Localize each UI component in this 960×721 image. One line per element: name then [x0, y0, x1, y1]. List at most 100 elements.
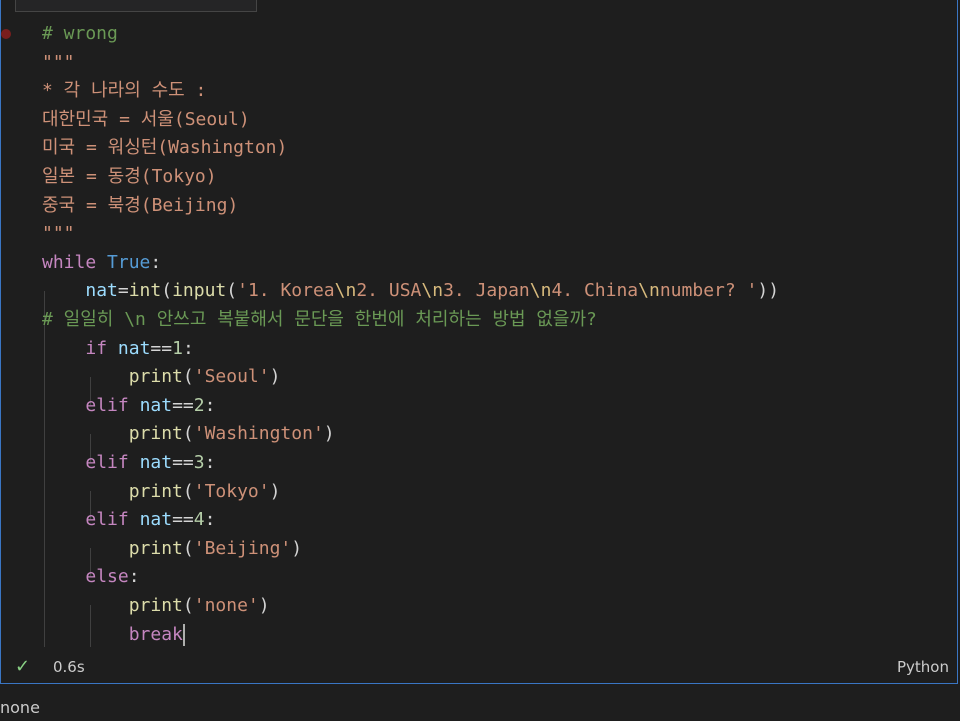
code-token: number? ': [659, 280, 758, 302]
code-token: print: [128, 366, 183, 388]
code-token: \n: [421, 280, 444, 302]
code-token: elif: [85, 509, 129, 531]
code-token: 'Tokyo': [193, 480, 270, 502]
code-token: # wrong: [42, 23, 118, 44]
code-line[interactable]: # 일일히 \n 안쓰고 복붙해서 문단을 한번에 처리하는 방법 없을까?: [42, 306, 597, 335]
code-token: 2. USA: [356, 280, 422, 302]
code-line[interactable]: 대한민국 = 서울(Seoul): [42, 106, 250, 135]
code-token: int: [128, 280, 162, 302]
code-token: while: [42, 251, 97, 273]
code-token: else: [85, 566, 129, 588]
code-token: ): [258, 595, 270, 616]
code-token: print: [128, 537, 183, 559]
code-line[interactable]: while True:: [42, 249, 161, 278]
code-token: (: [182, 366, 194, 388]
code-token: print: [128, 595, 183, 616]
code-line[interactable]: if nat==1:: [42, 335, 193, 364]
code-line[interactable]: print('Beijing'): [42, 535, 302, 564]
code-token: ): [269, 480, 281, 502]
cell-toolbar: [15, 0, 257, 12]
code-token: 2: [193, 394, 205, 416]
code-line[interactable]: """: [42, 220, 75, 249]
code-line[interactable]: break: [42, 621, 185, 650]
code-token: '1. Korea: [237, 280, 335, 302]
code-token: # 일일히 \n 안쓰고 복붙해서 문단을 한번에 처리하는 방법 없을까?: [42, 309, 597, 330]
code-token: nat: [139, 509, 173, 531]
code-token: 'Seoul': [193, 366, 270, 388]
code-line[interactable]: elif nat==4:: [42, 506, 215, 535]
code-line[interactable]: 중국 = 북경(Beijing): [42, 192, 238, 221]
code-token: 3: [193, 452, 205, 473]
code-token: (: [182, 480, 194, 502]
code-token: :: [150, 251, 162, 273]
code-token: ==: [172, 509, 194, 531]
code-token: print: [128, 423, 183, 445]
code-line[interactable]: elif nat==3:: [42, 449, 215, 478]
code-token: 미국 = 워싱턴(Washington): [42, 137, 288, 159]
code-token: nat: [117, 337, 151, 359]
code-token: (: [161, 280, 173, 302]
code-line[interactable]: nat=int(input('1. Korea\n2. USA\n3. Japa…: [42, 277, 779, 306]
code-line[interactable]: * 각 나라의 수도 :: [42, 77, 206, 106]
code-token: 4: [193, 509, 205, 531]
code-token: print: [128, 480, 183, 502]
code-line[interactable]: print('Tokyo'): [42, 478, 281, 507]
code-token: \n: [334, 280, 357, 302]
code-line[interactable]: """: [42, 49, 75, 78]
code-token: elif: [85, 452, 129, 473]
code-token: 'none': [193, 595, 259, 616]
code-token: ): [323, 423, 335, 445]
code-token: """: [42, 223, 75, 245]
notebook-cell[interactable]: # wrong """ * 각 나라의 수도 : 대한민국 = 서울(Seoul) 미국…: [0, 0, 958, 684]
code-token: :: [128, 566, 140, 588]
code-token: 대한민국 = 서울(Seoul): [42, 108, 250, 130]
code-token: ==: [172, 452, 194, 473]
cell-output: none: [0, 698, 40, 717]
code-token: * 각 나라의 수도 :: [42, 80, 207, 102]
code-token: :: [204, 452, 216, 473]
code-editor[interactable]: # wrong """ * 각 나라의 수도 : 대한민국 = 서울(Seoul) 미국…: [42, 20, 957, 647]
code-token: input: [172, 280, 227, 302]
code-token: :: [204, 509, 216, 531]
code-line[interactable]: 미국 = 워싱턴(Washington): [42, 134, 287, 163]
code-token: (: [226, 280, 238, 302]
code-token: 일본 = 동경(Tokyo): [42, 166, 217, 187]
code-line[interactable]: print('none'): [42, 592, 270, 621]
code-token: ==: [150, 337, 173, 359]
breakpoint-icon[interactable]: [1, 29, 11, 39]
code-line[interactable]: # wrong: [42, 20, 118, 49]
code-token: """: [42, 51, 75, 73]
code-line[interactable]: else:: [42, 563, 140, 592]
code-token: :: [204, 394, 216, 416]
code-line[interactable]: elif nat==2:: [42, 392, 215, 421]
code-line[interactable]: 일본 = 동경(Tokyo): [42, 163, 217, 192]
code-token: \n: [638, 280, 660, 302]
code-token: 4. China: [551, 280, 639, 302]
code-token: break: [128, 623, 183, 645]
text-cursor: [182, 623, 185, 646]
code-token: if: [85, 337, 108, 359]
code-token: 'Washington': [193, 423, 324, 445]
code-token: 'Beijing': [193, 537, 292, 559]
code-token: (: [182, 537, 194, 559]
code-token: \n: [529, 280, 552, 302]
code-token: ): [269, 366, 281, 388]
code-token: nat: [139, 394, 173, 416]
language-selector[interactable]: Python: [897, 658, 949, 676]
code-line[interactable]: print('Seoul'): [42, 363, 281, 392]
code-line[interactable]: print('Washington'): [42, 420, 335, 449]
